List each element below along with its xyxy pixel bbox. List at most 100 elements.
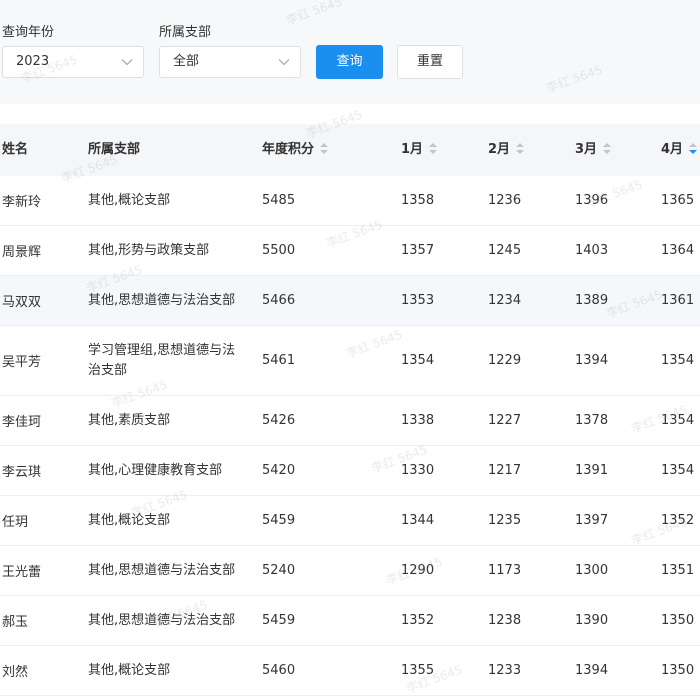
cell-annual-points: 5485 <box>262 193 296 208</box>
cell-branch: 其他,形势与政策支部 <box>88 242 210 258</box>
cell-month-4: 1350 <box>661 663 695 678</box>
cell-month-4: 1354 <box>661 353 695 368</box>
cell-month-4: 1350 <box>661 613 695 628</box>
cell-month-1: 1290 <box>401 563 435 578</box>
header-name: 姓名 <box>2 142 29 157</box>
header-month-2-label: 2月 <box>488 142 511 157</box>
cell-month-1: 1353 <box>401 293 435 308</box>
cell-month-4: 1352 <box>661 513 695 528</box>
cell-branch: 其他,概论支部 <box>88 512 171 528</box>
cell-annual-points: 5460 <box>262 663 296 678</box>
year-select-value: 2023 <box>16 54 50 69</box>
table-row[interactable]: 王光蕾 其他,思想道德与法治支部 5240 1290 1173 1300 1351 <box>0 546 700 596</box>
cell-name: 马双双 <box>2 295 42 310</box>
year-select[interactable]: 2023 <box>2 46 144 78</box>
cell-name: 李云琪 <box>2 465 42 480</box>
cell-month-3: 1394 <box>575 353 609 368</box>
table-row[interactable]: 李云琪 其他,心理健康教育支部 5420 1330 1217 1391 1354 <box>0 446 700 496</box>
cell-branch: 其他,概论支部 <box>88 192 171 208</box>
cell-month-4: 1364 <box>661 243 695 258</box>
cell-month-2: 1235 <box>488 513 522 528</box>
header-month-3-label: 3月 <box>575 142 598 157</box>
cell-branch: 其他,心理健康教育支部 <box>88 462 223 478</box>
year-filter-label: 查询年份 <box>2 25 55 40</box>
filter-bar: 查询年份 2023 所属支部 全部 查询 重置 <box>0 0 700 104</box>
cell-month-3: 1390 <box>575 613 609 628</box>
cell-name: 郝玉 <box>2 615 29 630</box>
cell-month-1: 1352 <box>401 613 435 628</box>
cell-month-2: 1238 <box>488 613 522 628</box>
sort-descending-icon[interactable] <box>689 143 698 154</box>
table-row[interactable]: 郝玉 其他,思想道德与法治支部 5459 1352 1238 1390 1350 <box>0 596 700 646</box>
sort-icon[interactable] <box>429 143 438 154</box>
cell-name: 吴平芳 <box>2 355 42 370</box>
table-row[interactable]: 刘然 其他,概论支部 5460 1355 1233 1394 1350 <box>0 646 700 696</box>
cell-name: 李新玲 <box>2 195 42 210</box>
cell-annual-points: 5461 <box>262 353 296 368</box>
cell-month-2: 1245 <box>488 243 522 258</box>
cell-month-1: 1354 <box>401 353 435 368</box>
sort-icon[interactable] <box>320 143 329 154</box>
cell-annual-points: 5426 <box>262 413 296 428</box>
cell-branch: 其他,思想道德与法治支部 <box>88 562 236 578</box>
chevron-down-icon <box>120 47 134 77</box>
header-annual-points[interactable]: 年度积分 <box>262 124 329 176</box>
cell-annual-points: 5500 <box>262 243 296 258</box>
cell-month-2: 1236 <box>488 193 522 208</box>
cell-name: 周景辉 <box>2 245 42 260</box>
header-month-4-label: 4月 <box>661 142 684 157</box>
branch-filter-label: 所属支部 <box>159 25 212 40</box>
sort-icon[interactable] <box>603 143 612 154</box>
cell-month-3: 1391 <box>575 463 609 478</box>
header-branch: 所属支部 <box>88 142 141 157</box>
cell-month-3: 1397 <box>575 513 609 528</box>
cell-branch: 其他,素质支部 <box>88 412 171 428</box>
cell-month-2: 1217 <box>488 463 522 478</box>
header-month-4[interactable]: 4月 <box>661 124 698 176</box>
cell-annual-points: 5466 <box>262 293 296 308</box>
cell-branch: 学习管理组,思想道德与法治支部 <box>88 342 236 378</box>
table-row[interactable]: 李佳珂 其他,素质支部 5426 1338 1227 1378 1354 <box>0 396 700 446</box>
sort-icon[interactable] <box>516 143 525 154</box>
cell-month-2: 1233 <box>488 663 522 678</box>
cell-month-1: 1344 <box>401 513 435 528</box>
cell-month-4: 1365 <box>661 193 695 208</box>
header-month-2[interactable]: 2月 <box>488 124 525 176</box>
cell-month-3: 1389 <box>575 293 609 308</box>
header-month-1[interactable]: 1月 <box>401 124 438 176</box>
cell-month-2: 1234 <box>488 293 522 308</box>
table-header: 姓名 所属支部 年度积分 1月 2月 3月 4月 <box>0 124 700 177</box>
cell-name: 刘然 <box>2 665 29 680</box>
table-row[interactable]: 吴平芳 学习管理组,思想道德与法治支部 5461 1354 1229 1394 1354 <box>0 326 700 396</box>
header-annual-points-label: 年度积分 <box>262 142 315 157</box>
reset-button[interactable]: 重置 <box>397 45 463 79</box>
query-button[interactable]: 查询 <box>316 45 383 79</box>
table-row[interactable]: 李新玲 其他,概论支部 5485 1358 1236 1396 1365 <box>0 176 700 226</box>
cell-month-3: 1300 <box>575 563 609 578</box>
cell-month-3: 1394 <box>575 663 609 678</box>
table-row[interactable]: 周景辉 其他,形势与政策支部 5500 1357 1245 1403 1364 <box>0 226 700 276</box>
points-table: 姓名 所属支部 年度积分 1月 2月 3月 4月 李新玲 其他,概论支部 5485 1… <box>0 124 700 700</box>
cell-annual-points: 5459 <box>262 613 296 628</box>
cell-annual-points: 5240 <box>262 563 296 578</box>
cell-month-4: 1354 <box>661 463 695 478</box>
cell-annual-points: 5459 <box>262 513 296 528</box>
cell-branch: 其他,概论支部 <box>88 662 171 678</box>
cell-month-3: 1403 <box>575 243 609 258</box>
chevron-down-icon <box>277 47 291 77</box>
cell-month-2: 1227 <box>488 413 522 428</box>
cell-month-3: 1378 <box>575 413 609 428</box>
cell-name: 任玥 <box>2 515 29 530</box>
cell-month-2: 1229 <box>488 353 522 368</box>
cell-branch: 其他,思想道德与法治支部 <box>88 612 236 628</box>
branch-select[interactable]: 全部 <box>159 46 301 78</box>
cell-month-1: 1357 <box>401 243 435 258</box>
cell-annual-points: 5420 <box>262 463 296 478</box>
header-month-1-label: 1月 <box>401 142 424 157</box>
cell-month-1: 1338 <box>401 413 435 428</box>
cell-month-2: 1173 <box>488 563 522 578</box>
cell-month-1: 1355 <box>401 663 435 678</box>
header-month-3[interactable]: 3月 <box>575 124 612 176</box>
table-row[interactable]: 马双双 其他,思想道德与法治支部 5466 1353 1234 1389 1361 <box>0 276 700 326</box>
table-row[interactable]: 任玥 其他,概论支部 5459 1344 1235 1397 1352 <box>0 496 700 546</box>
